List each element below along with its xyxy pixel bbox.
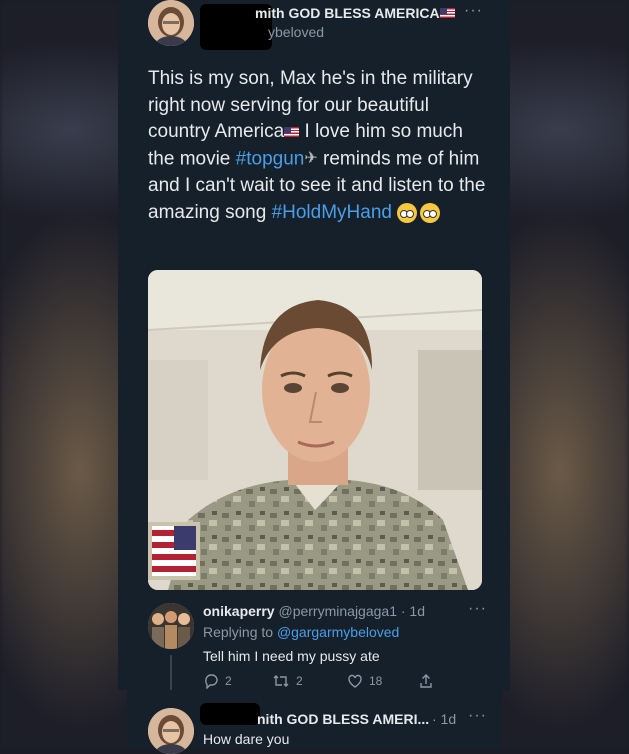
pleading-face-icon [420,202,441,223]
reply-handle[interactable]: @perryminajgaga1 · 1d [278,603,425,619]
share-icon [420,674,432,688]
redacted-name-block [200,703,260,725]
reply-count: 2 [225,674,232,688]
replying-to-prefix: Replying to [203,624,277,640]
hashtag-link[interactable]: #topgun [236,148,305,169]
reply-avatar[interactable] [148,603,194,649]
reply-icon [205,674,218,689]
retweet-icon [273,675,289,687]
hashtag-link[interactable]: #HoldMyHand [272,202,392,223]
author-avatar[interactable] [148,0,194,46]
author-handle[interactable]: ybeloved [268,24,324,40]
like-count: 18 [369,674,383,688]
reply-author[interactable]: onikaperry @perryminajgaga1 · 1d [203,603,425,619]
second-reply-display-name[interactable]: nith GOD BLESS AMERI... [257,711,429,727]
reply-text: Tell him I need my pussy ate [203,648,380,664]
like-action[interactable]: 18 [347,673,382,689]
reply-more-options-icon[interactable]: ··· [468,600,487,618]
more-options-icon[interactable]: ··· [464,2,483,20]
second-reply-meta: · 1d [432,711,457,727]
us-flag-icon [440,8,455,18]
reply-display-name[interactable]: onikaperry [203,603,275,619]
second-reply-avatar[interactable] [148,708,194,754]
replying-to-handle[interactable]: @gargarmybeloved [277,624,399,640]
retweet-count: 2 [296,674,303,688]
tweet-photo[interactable] [148,270,482,590]
second-reply-text: How dare you [203,731,290,747]
author-display-name[interactable]: mith GOD BLESS AMERICA [255,5,440,21]
tweet-text: This is my son, Max he's in the military… [148,66,488,227]
heart-icon [348,674,362,688]
reply-action[interactable]: 2 [203,673,232,689]
share-action[interactable] [418,673,434,689]
retweet-action[interactable]: 2 [272,673,303,689]
replying-to: Replying to @gargarmybeloved [203,624,399,640]
second-reply-more-options-icon[interactable]: ··· [468,707,487,725]
us-flag-icon [284,127,300,138]
pleading-face-icon [397,202,418,223]
fighter-jet-icon: ✈ [304,150,318,168]
